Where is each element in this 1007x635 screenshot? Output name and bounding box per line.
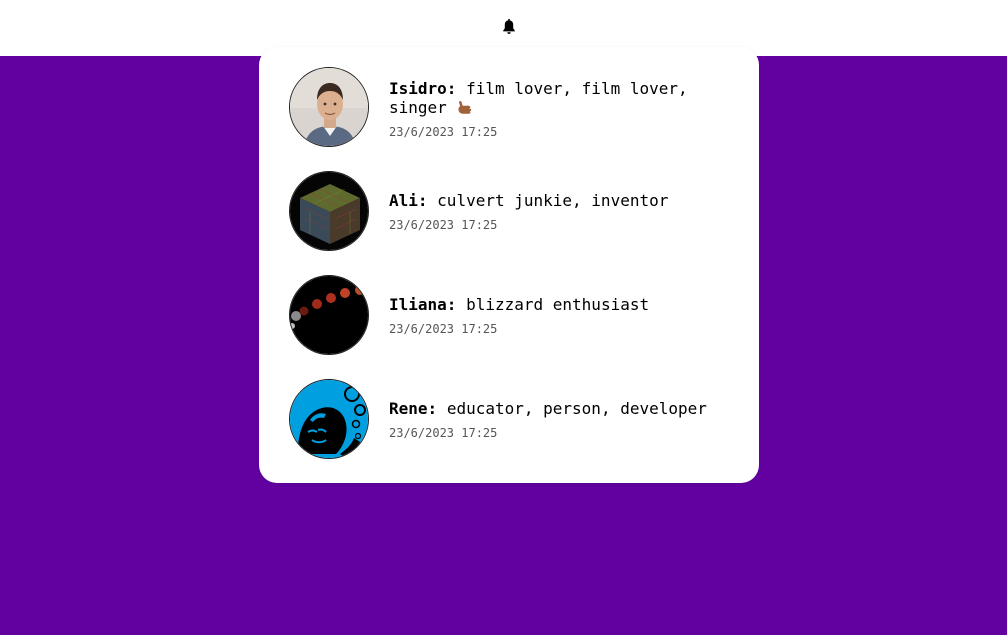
- bell-icon[interactable]: [500, 18, 518, 36]
- sender-name: Rene:: [389, 399, 438, 418]
- message-text: educator, person, developer: [446, 399, 707, 418]
- avatar: [289, 275, 369, 355]
- timestamp: 23/6/2023 17:25: [389, 218, 498, 232]
- notifications-panel: Isidro: film lover, film lover, singer 2…: [259, 47, 759, 483]
- notification-message: Iliana: blizzard enthusiast: [389, 295, 729, 314]
- avatar: [289, 171, 369, 251]
- avatar: [289, 67, 369, 147]
- sender-name: Isidro:: [389, 79, 457, 98]
- call-me-hand-icon: [458, 100, 472, 114]
- avatar: [289, 379, 369, 459]
- message-text: blizzard enthusiast: [466, 295, 650, 314]
- sender-name: Iliana:: [389, 295, 457, 314]
- timestamp: 23/6/2023 17:25: [389, 125, 498, 139]
- timestamp: 23/6/2023 17:25: [389, 426, 498, 440]
- notification-message: Rene: educator, person, developer: [389, 399, 729, 418]
- message-text: culvert junkie, inventor: [437, 191, 669, 210]
- notification-message: Isidro: film lover, film lover, singer: [389, 79, 729, 117]
- timestamp: 23/6/2023 17:25: [389, 322, 498, 336]
- sender-name: Ali:: [389, 191, 428, 210]
- notification-message: Ali: culvert junkie, inventor: [389, 191, 729, 210]
